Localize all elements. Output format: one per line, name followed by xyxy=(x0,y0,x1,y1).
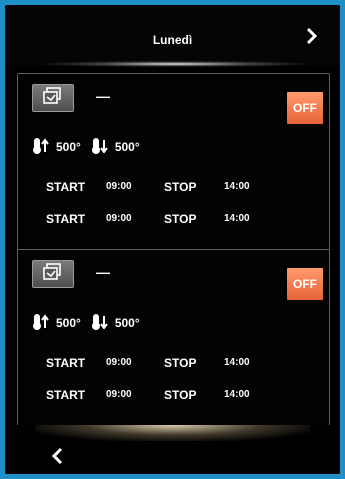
device-screen: Lunedì — OFF 500° 500° START 09:00 STOP … xyxy=(5,5,340,474)
program-panel: — OFF 500° 500° START 09:00 STOP 14:00 S… xyxy=(17,249,330,427)
program-edit-button[interactable] xyxy=(32,84,74,112)
program-panel: — OFF 500° 500° START 09:00 STOP 14:00 S… xyxy=(17,73,330,251)
thermometer-down-icon xyxy=(91,313,109,334)
header-divider xyxy=(45,61,305,67)
temp-up-item: 500° xyxy=(32,137,81,158)
start-time[interactable]: 09:00 xyxy=(106,181,132,192)
header: Lunedì xyxy=(5,5,340,67)
chevron-right-icon xyxy=(306,27,318,51)
temp-down-value: 500° xyxy=(114,316,140,330)
footer xyxy=(5,425,340,474)
start-label: START xyxy=(46,388,86,402)
program-name: — xyxy=(96,264,110,280)
thermometer-up-icon xyxy=(32,313,50,334)
stop-label: STOP xyxy=(164,388,197,402)
start-label: START xyxy=(46,180,86,194)
stop-label: STOP xyxy=(164,180,197,194)
start-time[interactable]: 09:00 xyxy=(106,213,132,224)
stop-time[interactable]: 14:00 xyxy=(224,181,250,192)
program-toggle-button[interactable]: OFF xyxy=(287,92,323,124)
chevron-left-icon xyxy=(51,447,63,471)
start-time[interactable]: 09:00 xyxy=(106,389,132,400)
back-button[interactable] xyxy=(47,447,67,471)
program-edit-icon xyxy=(42,262,64,286)
program-edit-button[interactable] xyxy=(32,260,74,288)
temp-up-value: 500° xyxy=(56,316,81,330)
temp-down-item: 500° xyxy=(91,137,140,158)
thermometer-down-icon xyxy=(91,137,109,158)
stop-label: STOP xyxy=(164,212,197,226)
stop-time[interactable]: 14:00 xyxy=(224,357,250,368)
start-label: START xyxy=(46,212,86,226)
thermometer-up-icon xyxy=(32,137,50,158)
temp-down-value: 500° xyxy=(114,140,140,154)
stop-time[interactable]: 14:00 xyxy=(224,213,250,224)
temperature-row: 500° 500° xyxy=(32,136,150,158)
start-label: START xyxy=(46,356,86,370)
next-day-button[interactable] xyxy=(302,27,322,51)
program-edit-icon xyxy=(42,86,64,110)
program-toggle-button[interactable]: OFF xyxy=(287,268,323,300)
temp-down-item: 500° xyxy=(91,313,140,334)
footer-divider xyxy=(35,425,310,441)
temp-up-value: 500° xyxy=(56,140,81,154)
temp-up-item: 500° xyxy=(32,313,81,334)
start-time[interactable]: 09:00 xyxy=(106,357,132,368)
stop-label: STOP xyxy=(164,356,197,370)
stop-time[interactable]: 14:00 xyxy=(224,389,250,400)
temperature-row: 500° 500° xyxy=(32,312,150,334)
day-title: Lunedì xyxy=(152,33,193,47)
program-name: — xyxy=(96,88,110,104)
